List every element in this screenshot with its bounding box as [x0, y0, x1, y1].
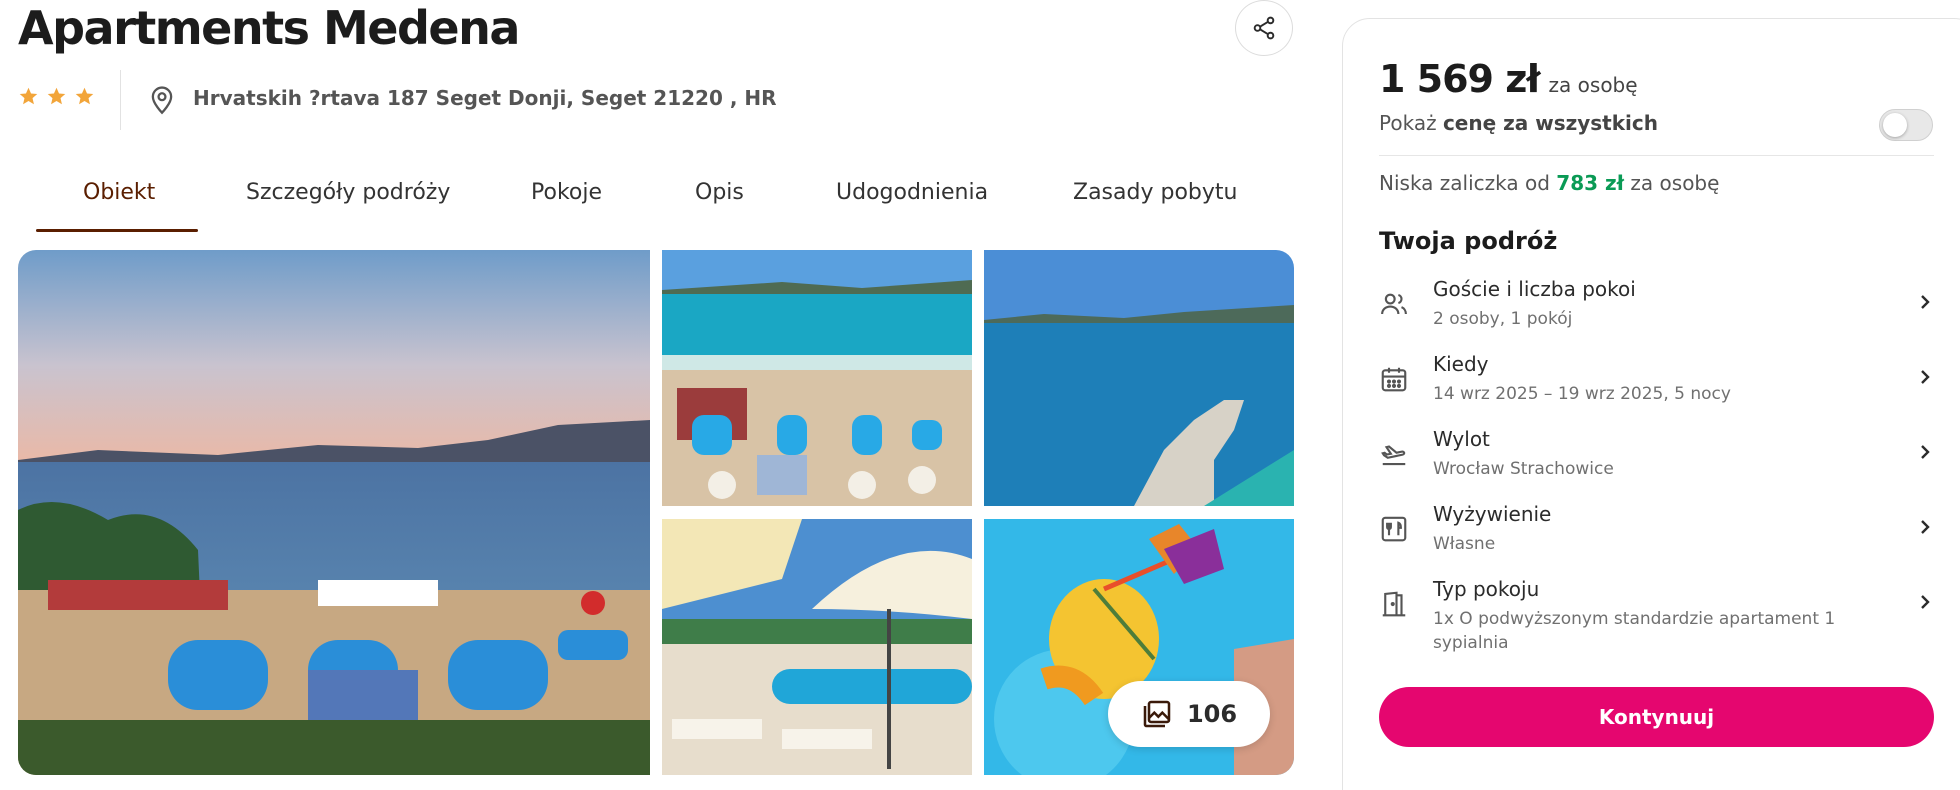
- trip-row-label: Goście i liczba pokoi: [1433, 277, 1636, 301]
- star-icon: [47, 87, 66, 105]
- gallery-photo-umbrellas-pool[interactable]: [662, 519, 972, 775]
- show-total-price-bold: cenę za wszystkich: [1442, 111, 1658, 135]
- trip-row-departure[interactable]: Wylot Wrocław Strachowice: [1379, 427, 1934, 497]
- trip-row-label: Wyżywienie: [1433, 502, 1552, 526]
- page-title: Apartments Medena: [18, 1, 520, 55]
- guests-icon: [1381, 293, 1407, 315]
- photo-count-button[interactable]: 106: [1108, 681, 1270, 747]
- trip-row-value: 2 osoby, 1 pokój: [1433, 309, 1573, 329]
- deposit-prefix: Niska zaliczka od: [1379, 171, 1550, 195]
- star-icon: [19, 87, 38, 105]
- show-total-price-label: Pokaż cenę za wszystkich: [1379, 111, 1658, 135]
- price-amount: 1 569 zł: [1379, 57, 1540, 101]
- trip-row-label: Typ pokoju: [1433, 577, 1540, 601]
- photo-gallery: [18, 250, 1294, 775]
- hotel-address: Hrvatskih ?rtava 187 Seget Donji, Seget …: [193, 86, 777, 110]
- trip-row-value: 1x O podwyższonym standardzie apartament…: [1433, 609, 1836, 653]
- active-tab-indicator: [36, 229, 198, 232]
- photo-count: 106: [1186, 700, 1238, 728]
- location-pin-icon: [151, 86, 173, 115]
- booking-panel: 1 569 zł za osobę Pokaż cenę za wszystki…: [1342, 18, 1960, 790]
- tab-obiekt[interactable]: Obiekt: [83, 168, 155, 232]
- show-total-price-prefix: Pokaż: [1379, 111, 1437, 135]
- plane-icon: [1381, 445, 1406, 466]
- chevron-right-icon: [1921, 595, 1930, 609]
- gallery-photo-pool-aerial[interactable]: [662, 250, 972, 506]
- trip-row-value: Wrocław Strachowice: [1433, 459, 1614, 479]
- deposit-info: Niska zaliczka od 783 zł za osobę: [1379, 171, 1719, 195]
- gallery-photo-main[interactable]: [18, 250, 650, 775]
- star-icon: [75, 87, 94, 105]
- chevron-right-icon: [1921, 520, 1930, 534]
- share-button[interactable]: [1235, 0, 1293, 56]
- trip-row-guests[interactable]: Goście i liczba pokoi 2 osoby, 1 pokój: [1379, 277, 1934, 347]
- gallery-photo-sea-pier[interactable]: [984, 250, 1294, 506]
- trip-section-title: Twoja podróż: [1379, 227, 1558, 255]
- price: 1 569 zł za osobę: [1379, 57, 1638, 101]
- photo-gallery-icon: [1143, 700, 1171, 728]
- chevron-right-icon: [1921, 445, 1930, 459]
- divider: [120, 70, 121, 130]
- continue-button[interactable]: Kontynuuj: [1379, 687, 1934, 747]
- price-unit: za osobę: [1548, 73, 1638, 97]
- trip-row-label: Wylot: [1433, 427, 1490, 451]
- trip-row-value: Własne: [1433, 534, 1496, 554]
- trip-row-label: Kiedy: [1433, 352, 1489, 376]
- deposit-amount: 783 zł: [1556, 171, 1625, 195]
- star-rating: [18, 86, 95, 107]
- food-icon: [1381, 516, 1407, 542]
- trip-row-value: 14 wrz 2025 – 19 wrz 2025, 5 nocy: [1433, 384, 1731, 404]
- tab-zasady-pobytu[interactable]: Zasady pobytu: [1073, 168, 1237, 232]
- tab-szczegoly-podrozy[interactable]: Szczegóły podróży: [246, 168, 450, 232]
- divider: [1379, 155, 1934, 156]
- calendar-icon: [1381, 367, 1407, 392]
- trip-row-board[interactable]: Wyżywienie Własne: [1379, 502, 1934, 572]
- share-icon: [1253, 16, 1275, 40]
- deposit-suffix: za osobę: [1630, 171, 1720, 195]
- trip-row-room-type[interactable]: Typ pokoju 1x O podwyższonym standardzie…: [1379, 577, 1934, 653]
- chevron-right-icon: [1921, 295, 1930, 309]
- tab-udogodnienia[interactable]: Udogodnienia: [836, 168, 988, 232]
- total-price-toggle[interactable]: [1879, 109, 1933, 141]
- chevron-right-icon: [1921, 370, 1930, 384]
- section-tabs: Obiekt Szczegóły podróży Pokoje Opis Udo…: [36, 168, 1292, 232]
- tab-pokoje[interactable]: Pokoje: [531, 168, 602, 232]
- toggle-knob: [1883, 113, 1907, 137]
- door-icon: [1382, 591, 1406, 617]
- trip-row-dates[interactable]: Kiedy 14 wrz 2025 – 19 wrz 2025, 5 nocy: [1379, 352, 1934, 422]
- tab-opis[interactable]: Opis: [695, 168, 744, 232]
